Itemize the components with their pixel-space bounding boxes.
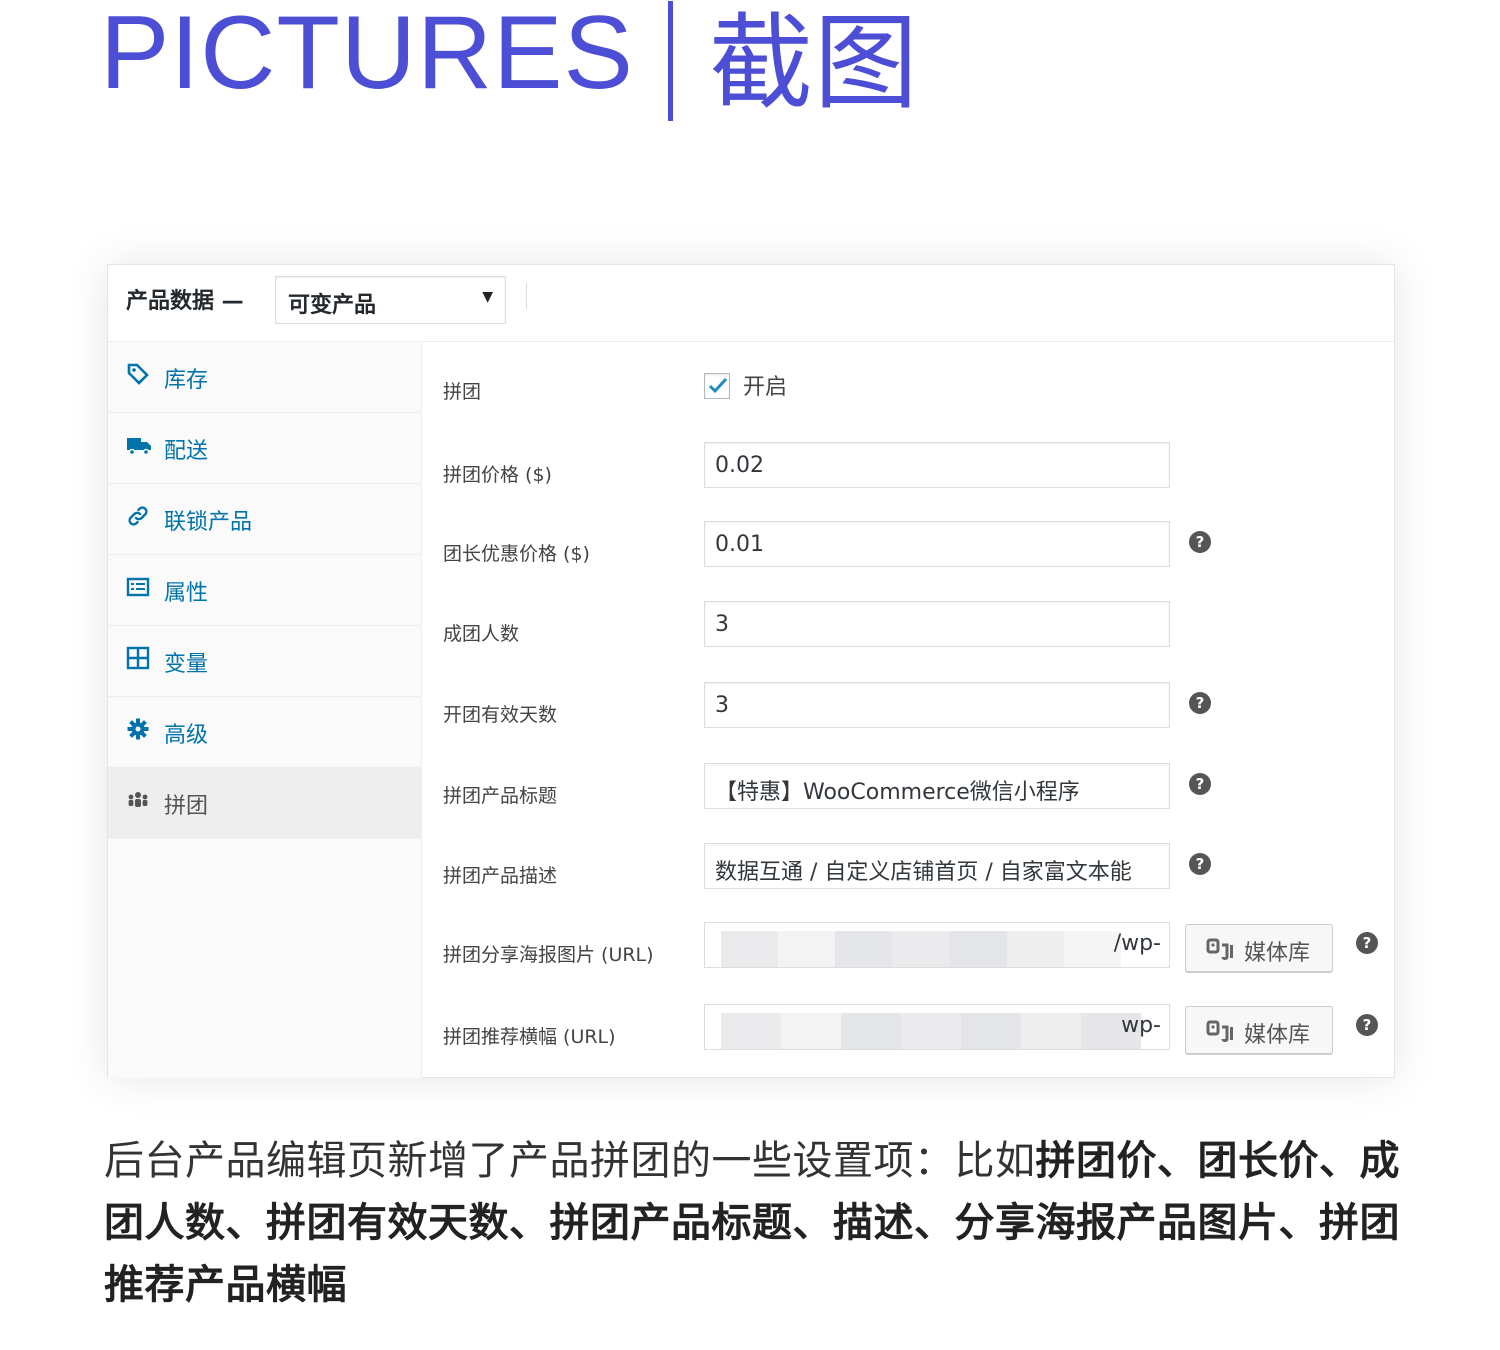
tab-shipping[interactable]: 配送 — [108, 413, 421, 484]
tab-label: 配送 — [164, 439, 209, 464]
tab-label: 变量 — [164, 652, 209, 677]
product-type-select[interactable]: 可变产品 ▼ — [275, 276, 506, 324]
group-size-input[interactable]: 3 — [704, 601, 1170, 647]
tab-variations[interactable]: 变量 — [108, 626, 421, 697]
redacted-region — [721, 1013, 1141, 1049]
field-label: 拼团产品标题 — [443, 785, 558, 807]
field-label: 拼团推荐横幅 (URL) — [443, 1026, 616, 1048]
field-group-size: 成团人数 3 — [423, 601, 1394, 661]
field-poster-image: 拼团分享海报图片 (URL) /wp- 媒体库 ? — [423, 922, 1394, 982]
product-title-input[interactable]: 【特惠】WooCommerce微信小程序 — [704, 763, 1170, 809]
field-product-title: 拼团产品标题 【特惠】WooCommerce微信小程序 ? — [423, 763, 1394, 823]
page-title: PICTURES 截图 — [100, 0, 919, 122]
media-button-label: 媒体库 — [1244, 941, 1311, 966]
caption: 后台产品编辑页新增了产品拼团的一些设置项：比如拼团价、团长价、成团人数、拼团有效… — [104, 1130, 1404, 1316]
page-title-en: PICTURES — [100, 0, 634, 111]
tab-label: 属性 — [164, 581, 209, 606]
truck-icon — [126, 433, 152, 459]
list-icon — [126, 575, 152, 601]
banner-url-input[interactable]: wp- — [704, 1004, 1170, 1050]
media-library-button[interactable]: 媒体库 — [1185, 924, 1333, 972]
tab-advanced[interactable]: 高级 — [108, 697, 421, 768]
tab-linked-products[interactable]: 联锁产品 — [108, 484, 421, 555]
product-data-panel: 产品数据 — 可变产品 ▼ 库存 配送 联锁产品 属性 变量 高级 拼团 拼团 … — [107, 264, 1395, 1078]
product-desc-input[interactable]: 数据互通 / 自定义店铺首页 / 自家富文本能 — [704, 843, 1170, 889]
group-price-input[interactable]: 0.02 — [704, 442, 1170, 488]
field-label: 团长优惠价格 ($) — [443, 543, 590, 565]
tab-label: 拼团 — [164, 794, 209, 819]
tag-icon — [126, 362, 152, 388]
help-icon[interactable]: ? — [1356, 932, 1378, 954]
grid-icon — [126, 646, 152, 672]
help-icon[interactable]: ? — [1189, 692, 1211, 714]
help-icon[interactable]: ? — [1189, 531, 1211, 553]
url-tail: /wp- — [1113, 931, 1161, 956]
group-buy-settings: 拼团 开启 拼团价格 ($) 0.02 团长优惠价格 ($) 0.01 ? 成团… — [423, 342, 1394, 1077]
field-label: 拼团价格 ($) — [443, 464, 552, 486]
field-label: 开团有效天数 — [443, 704, 558, 726]
field-label: 拼团分享海报图片 (URL) — [443, 944, 654, 966]
help-icon[interactable]: ? — [1356, 1014, 1378, 1036]
panel-header: 产品数据 — 可变产品 ▼ — [108, 265, 1394, 342]
valid-days-input[interactable]: 3 — [704, 682, 1170, 728]
caption-plain: 后台产品编辑页新增了产品拼团的一些设置项：比如 — [104, 1138, 1036, 1184]
product-data-tabs: 库存 配送 联锁产品 属性 变量 高级 拼团 — [108, 342, 422, 1078]
title-divider — [667, 1, 673, 121]
tab-group-buy[interactable]: 拼团 — [108, 768, 421, 839]
help-icon[interactable]: ? — [1189, 773, 1211, 795]
checkbox-label: 开启 — [743, 375, 788, 400]
product-data-label: 产品数据 — — [126, 289, 244, 314]
media-library-button[interactable]: 媒体库 — [1185, 1006, 1333, 1054]
group-icon — [126, 788, 152, 814]
gear-icon — [126, 717, 152, 743]
leader-price-input[interactable]: 0.01 — [704, 521, 1170, 567]
poster-image-url-input[interactable]: /wp- — [704, 922, 1170, 968]
url-tail: wp- — [1121, 1013, 1161, 1038]
field-label: 成团人数 — [443, 623, 520, 645]
tab-attributes[interactable]: 属性 — [108, 555, 421, 626]
group-buy-checkbox[interactable] — [704, 373, 730, 399]
field-valid-days: 开团有效天数 3 ? — [423, 682, 1394, 742]
media-button-label: 媒体库 — [1244, 1023, 1311, 1048]
tab-label: 高级 — [164, 723, 209, 748]
dropdown-arrow-icon: ▼ — [482, 289, 493, 305]
media-icon — [1206, 937, 1236, 967]
checkmark-icon — [708, 377, 728, 394]
tab-inventory[interactable]: 库存 — [108, 342, 421, 413]
field-group-price: 拼团价格 ($) 0.02 — [423, 442, 1394, 502]
tab-label: 联锁产品 — [164, 510, 253, 535]
link-icon — [126, 504, 152, 530]
field-leader-price: 团长优惠价格 ($) 0.01 ? — [423, 521, 1394, 581]
field-label: 拼团产品描述 — [443, 865, 558, 887]
field-group-buy: 拼团 开启 — [423, 373, 1394, 433]
header-separator — [526, 283, 527, 309]
media-icon — [1206, 1019, 1236, 1049]
redacted-region — [721, 931, 1121, 967]
page-title-zh: 截图 — [708, 5, 919, 122]
field-label: 拼团 — [443, 381, 482, 403]
field-product-desc: 拼团产品描述 数据互通 / 自定义店铺首页 / 自家富文本能 ? — [423, 843, 1394, 903]
help-icon[interactable]: ? — [1189, 853, 1211, 875]
tab-label: 库存 — [164, 368, 209, 393]
field-banner: 拼团推荐横幅 (URL) wp- 媒体库 ? — [423, 1004, 1394, 1064]
product-type-value: 可变产品 — [288, 293, 377, 318]
